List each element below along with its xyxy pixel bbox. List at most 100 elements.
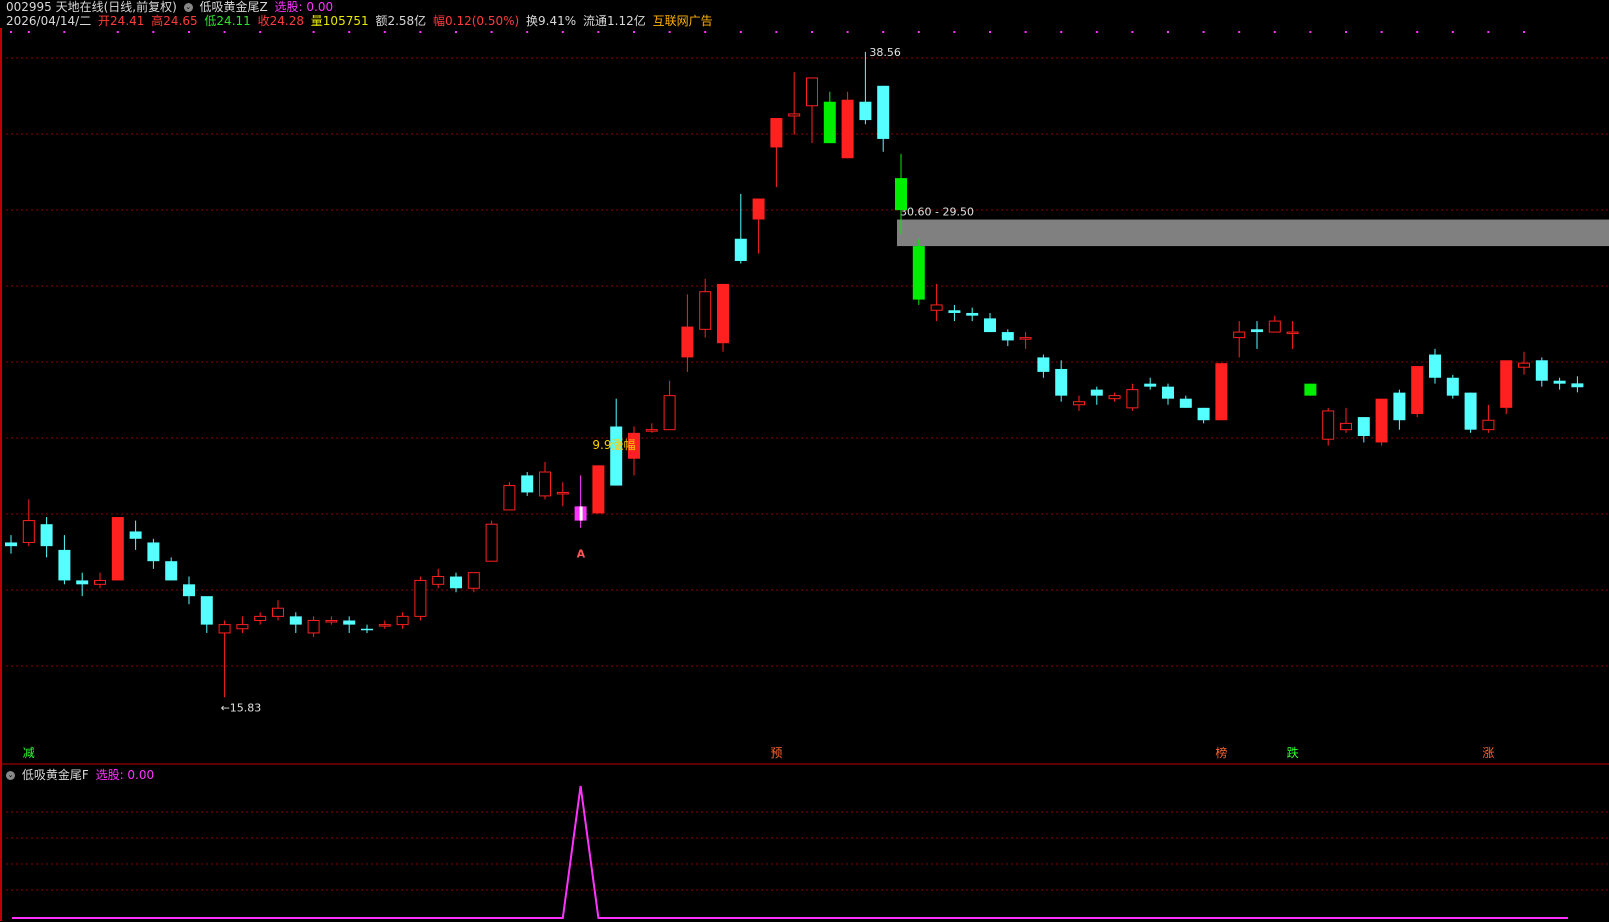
candle-body [1108, 395, 1121, 400]
candle-body [254, 615, 267, 621]
candle-body [877, 85, 890, 139]
candle-body [343, 620, 356, 625]
bottom-marker: 榜 [1215, 745, 1227, 760]
candle-body [859, 101, 872, 121]
candle-body [966, 312, 979, 316]
signal-dot [1523, 31, 1525, 33]
signal-dot [223, 31, 226, 33]
signal-dot [846, 31, 849, 33]
candle-body [770, 118, 783, 148]
candle-body [1162, 386, 1174, 399]
signal-dot [1095, 31, 1098, 33]
candle-body [1126, 389, 1139, 409]
low-price-label: ←15.83 [221, 701, 262, 714]
candle-body [1446, 377, 1459, 396]
candle-body [539, 471, 551, 497]
signal-dot [739, 31, 742, 33]
candle-body [1268, 320, 1281, 333]
candle-body [663, 395, 676, 431]
candle-body [984, 318, 996, 333]
bottom-marker: 预 [770, 746, 782, 760]
candle-body [111, 517, 124, 581]
signal-dot [348, 31, 351, 33]
signal-dot [188, 31, 190, 33]
signal-dot [633, 31, 635, 33]
candle-body [592, 465, 605, 514]
candle-body [236, 624, 249, 630]
candle-body [272, 607, 284, 617]
signal-dot [63, 31, 66, 33]
candle-body [1322, 410, 1335, 440]
candle-body [325, 619, 338, 623]
candle-body [485, 523, 498, 562]
candle-body [1233, 331, 1246, 339]
candle-body [76, 580, 89, 585]
candle-body [1429, 354, 1441, 378]
sub-indicator-line [12, 785, 1568, 919]
candle-body [58, 549, 71, 581]
bottom-marker: 跌 [1287, 745, 1299, 760]
signal-dot [1238, 31, 1241, 33]
candle-body [1340, 422, 1352, 431]
signal-dot [259, 31, 262, 33]
candle-body [841, 99, 854, 159]
candle-body [1073, 401, 1085, 406]
signal-dot [1416, 31, 1419, 33]
candle-body [200, 596, 213, 625]
candle-body [467, 572, 480, 589]
signal-dot [1167, 31, 1169, 33]
signal-dot [1024, 31, 1027, 33]
candle-body [129, 531, 142, 539]
signal-dot [917, 31, 920, 33]
candle-body [699, 291, 712, 330]
resistance-zone [897, 219, 1609, 247]
candle-body [147, 542, 160, 562]
candle-body [1393, 392, 1406, 421]
signal-dot [882, 31, 885, 33]
high-price-label: 38.56 [869, 46, 901, 59]
candle-body [1357, 417, 1370, 437]
signal-dot [312, 31, 315, 33]
candle-body [912, 246, 925, 300]
candle-body [752, 198, 765, 220]
signal-dot [526, 31, 529, 33]
candle-body [1197, 407, 1210, 421]
signal-dot [419, 31, 422, 33]
signal-dot [1202, 31, 1205, 33]
signal-dot [455, 31, 457, 33]
candle-body [930, 304, 943, 311]
candle-body [396, 615, 409, 626]
signal-dot [561, 31, 564, 33]
candle-body [1090, 389, 1103, 396]
signal-dot [1131, 31, 1134, 33]
signal-dot [1345, 31, 1347, 33]
candle-body [610, 426, 623, 486]
candle-body [1019, 337, 1032, 340]
candle-body-highlight [579, 506, 583, 521]
signal-dot [775, 31, 778, 33]
signal-dot [1380, 31, 1383, 33]
candle-body [1144, 383, 1157, 387]
candle-body [788, 113, 801, 117]
signal-dot [1487, 31, 1490, 33]
signal-dot [383, 31, 386, 33]
signal-dot [811, 31, 813, 33]
candle-body [1179, 398, 1192, 408]
signal-dot [116, 31, 119, 33]
signal-dot [953, 31, 956, 33]
candle-body [1215, 363, 1228, 421]
candle-body [414, 579, 427, 617]
candle-body [307, 619, 320, 634]
candle-body [1251, 329, 1263, 333]
signal-dot [1309, 31, 1312, 33]
candle-body [734, 238, 747, 261]
signal-dot [704, 31, 707, 33]
candle-body [183, 584, 195, 597]
candle-body [1571, 383, 1584, 388]
candle-body [1464, 392, 1477, 430]
signal-dot [1273, 31, 1276, 33]
candle-body [503, 485, 516, 511]
signal-dot [10, 31, 12, 33]
candlestick-chart[interactable]: 30.60 - 29.50 38.56 ←15.83 9.9涨幅 A 减 预 榜 跌 涨 [0, 0, 1609, 922]
signal-dot [597, 31, 600, 33]
